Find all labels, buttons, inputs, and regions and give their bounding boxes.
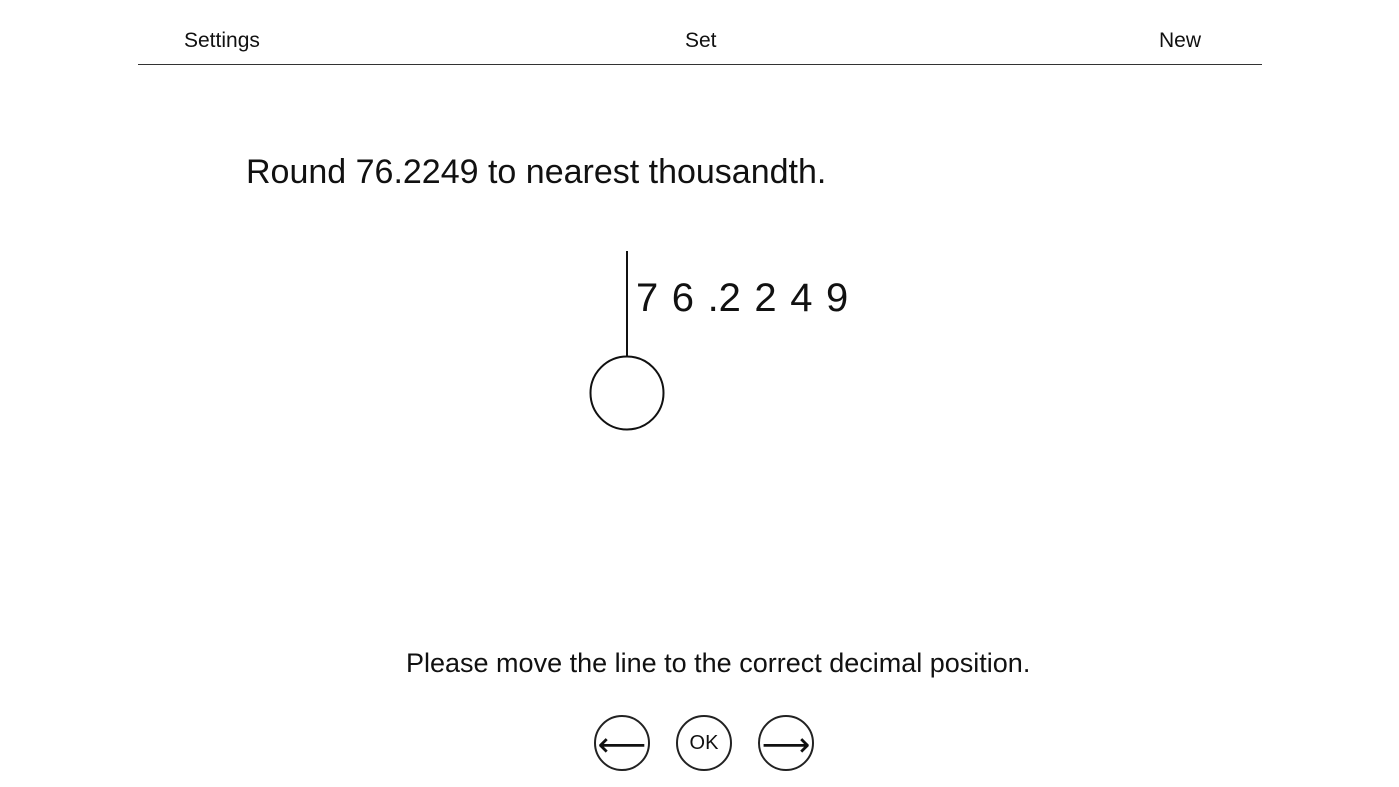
decimal-point: . (707, 276, 719, 320)
digit: 4 (790, 276, 813, 320)
digit: 2 (754, 276, 777, 320)
draggable-line-handle[interactable] (589, 250, 665, 432)
number-display: 7 6 . 2 2 4 9 (636, 274, 862, 322)
app-page: Settings Set New Round 76.2249 to neares… (0, 0, 1399, 787)
ok-button[interactable]: OK (676, 715, 732, 771)
set-menu-item[interactable]: Set (685, 27, 717, 55)
drag-circle[interactable] (589, 355, 665, 431)
move-left-button[interactable]: ⟵ (594, 715, 650, 771)
digit: 9 (825, 276, 849, 320)
left-arrow-icon: ⟵ (597, 725, 647, 765)
menu-divider (138, 64, 1262, 65)
right-arrow-icon: ⟶ (761, 725, 811, 765)
digit: 6 (671, 276, 695, 320)
digit: 2 (718, 276, 741, 320)
move-right-button[interactable]: ⟶ (758, 715, 814, 771)
new-menu-item[interactable]: New (1159, 27, 1201, 55)
settings-menu-item[interactable]: Settings (184, 27, 260, 55)
instruction-text: Please move the line to the correct deci… (406, 648, 1031, 678)
question-text: Round 76.2249 to nearest thousandth. (246, 153, 827, 191)
